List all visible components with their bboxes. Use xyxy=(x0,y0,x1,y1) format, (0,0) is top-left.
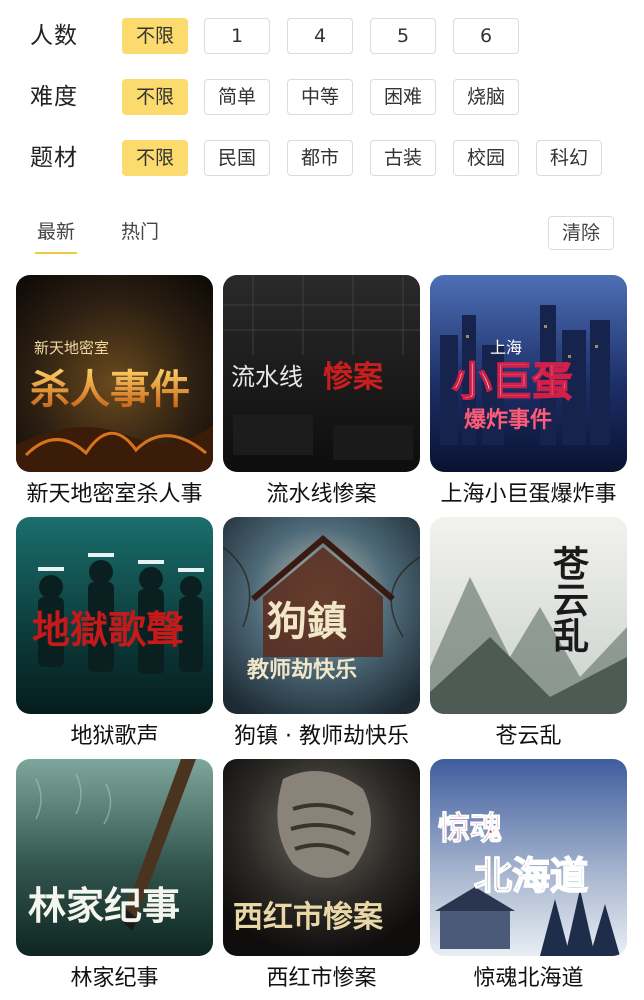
card-title: 林家纪事 xyxy=(70,966,159,991)
cover-title-2: 北海道 xyxy=(474,854,588,898)
cover-title: 惊魂 xyxy=(438,809,502,847)
chip-difficulty-brainburn[interactable]: 烧脑 xyxy=(453,79,519,115)
cover-title: 西红市惨案 xyxy=(233,900,384,935)
room-card[interactable]: 地獄歌聲 地狱歌声 xyxy=(16,517,213,749)
cover-subtitle: 新天地密室 xyxy=(34,339,109,357)
cover-image: 苍云乱 xyxy=(430,517,627,714)
cover-image: 流水线 惨案 xyxy=(223,275,420,472)
chip-difficulty-any[interactable]: 不限 xyxy=(122,79,188,115)
room-card[interactable]: 惊魂 北海道 惊魂北海道 xyxy=(430,759,627,991)
cover-image: 地獄歌聲 xyxy=(16,517,213,714)
active-tab-indicator xyxy=(35,252,78,254)
cover-subtitle-2: 爆炸事件 xyxy=(464,407,552,433)
cover-title: 林家纪事 xyxy=(28,883,180,928)
chip-difficulty-hard[interactable]: 困难 xyxy=(370,79,436,115)
cover-title-accent: 惨案 xyxy=(323,360,384,395)
filter-row-theme: 题材 不限 民国 都市 古装 校园 科幻 xyxy=(0,140,644,180)
cover-title: 狗鎮 xyxy=(267,598,347,645)
chip-theme-any[interactable]: 不限 xyxy=(122,140,188,176)
chip-players-6[interactable]: 6 xyxy=(453,18,519,54)
tab-popular-label: 热门 xyxy=(121,221,160,243)
tab-popular[interactable]: 热门 xyxy=(121,218,159,248)
room-card[interactable]: 狗鎮 教师劫快乐 狗镇 · 教师劫快乐 xyxy=(223,517,420,749)
card-title: 上海小巨蛋爆炸事 xyxy=(440,482,617,507)
cover-title: 小巨蛋 xyxy=(452,359,572,405)
tab-latest[interactable]: 最新 xyxy=(35,218,78,254)
chip-difficulty-medium[interactable]: 中等 xyxy=(287,79,353,115)
cover-image: 惊魂 北海道 xyxy=(430,759,627,956)
tab-latest-label: 最新 xyxy=(37,221,76,243)
cover-title: 地獄歌聲 xyxy=(32,607,184,652)
filter-label: 难度 xyxy=(30,84,78,110)
chip-theme-urban[interactable]: 都市 xyxy=(287,140,353,176)
card-title: 西红市惨案 xyxy=(266,966,377,991)
cover-image: 林家纪事 xyxy=(16,759,213,956)
sort-bar: 最新 热门 清除 xyxy=(0,212,644,254)
cover-image: 上海 小巨蛋 爆炸事件 xyxy=(430,275,627,472)
chip-players-1[interactable]: 1 xyxy=(204,18,270,54)
filter-label: 题材 xyxy=(30,145,78,171)
filter-label: 人数 xyxy=(30,23,78,49)
card-title: 狗镇 · 教师劫快乐 xyxy=(234,724,409,749)
card-title: 苍云乱 xyxy=(495,724,562,749)
cover-title: 杀人事件 xyxy=(30,366,190,413)
cover-image: 狗鎮 教师劫快乐 xyxy=(223,517,420,714)
chip-players-any[interactable]: 不限 xyxy=(122,18,188,54)
filter-row-difficulty: 难度 不限 简单 中等 困难 烧脑 xyxy=(0,79,644,119)
room-card[interactable]: 新天地密室 杀人事件 新天地密室杀人事 xyxy=(16,275,213,507)
card-title: 流水线惨案 xyxy=(266,482,377,507)
chip-theme-campus[interactable]: 校园 xyxy=(453,140,519,176)
chip-players-5[interactable]: 5 xyxy=(370,18,436,54)
room-card[interactable]: 西红市惨案 西红市惨案 xyxy=(223,759,420,991)
cover-title: 苍云乱 xyxy=(547,545,589,653)
chip-theme-republic[interactable]: 民国 xyxy=(204,140,270,176)
filter-row-players: 人数 不限 1 4 5 6 xyxy=(0,18,644,58)
card-title: 惊魂北海道 xyxy=(473,966,584,991)
room-card[interactable]: 苍云乱 苍云乱 xyxy=(430,517,627,749)
room-card[interactable]: 流水线 惨案 流水线惨案 xyxy=(223,275,420,507)
chip-theme-ancient[interactable]: 古装 xyxy=(370,140,436,176)
card-title: 地狱歌声 xyxy=(70,724,159,749)
cover-subtitle: 教师劫快乐 xyxy=(247,657,357,683)
room-card[interactable]: 林家纪事 林家纪事 xyxy=(16,759,213,991)
clear-button[interactable]: 清除 xyxy=(548,216,614,250)
cover-title: 流水线 xyxy=(231,363,303,391)
cover-subtitle: 上海 xyxy=(490,338,522,357)
chip-players-4[interactable]: 4 xyxy=(287,18,353,54)
chip-difficulty-easy[interactable]: 简单 xyxy=(204,79,270,115)
chip-theme-scifi[interactable]: 科幻 xyxy=(536,140,602,176)
card-title: 新天地密室杀人事 xyxy=(26,482,203,507)
room-card[interactable]: 上海 小巨蛋 爆炸事件 上海小巨蛋爆炸事 xyxy=(430,275,627,507)
cover-image: 新天地密室 杀人事件 xyxy=(16,275,213,472)
cover-image: 西红市惨案 xyxy=(223,759,420,956)
